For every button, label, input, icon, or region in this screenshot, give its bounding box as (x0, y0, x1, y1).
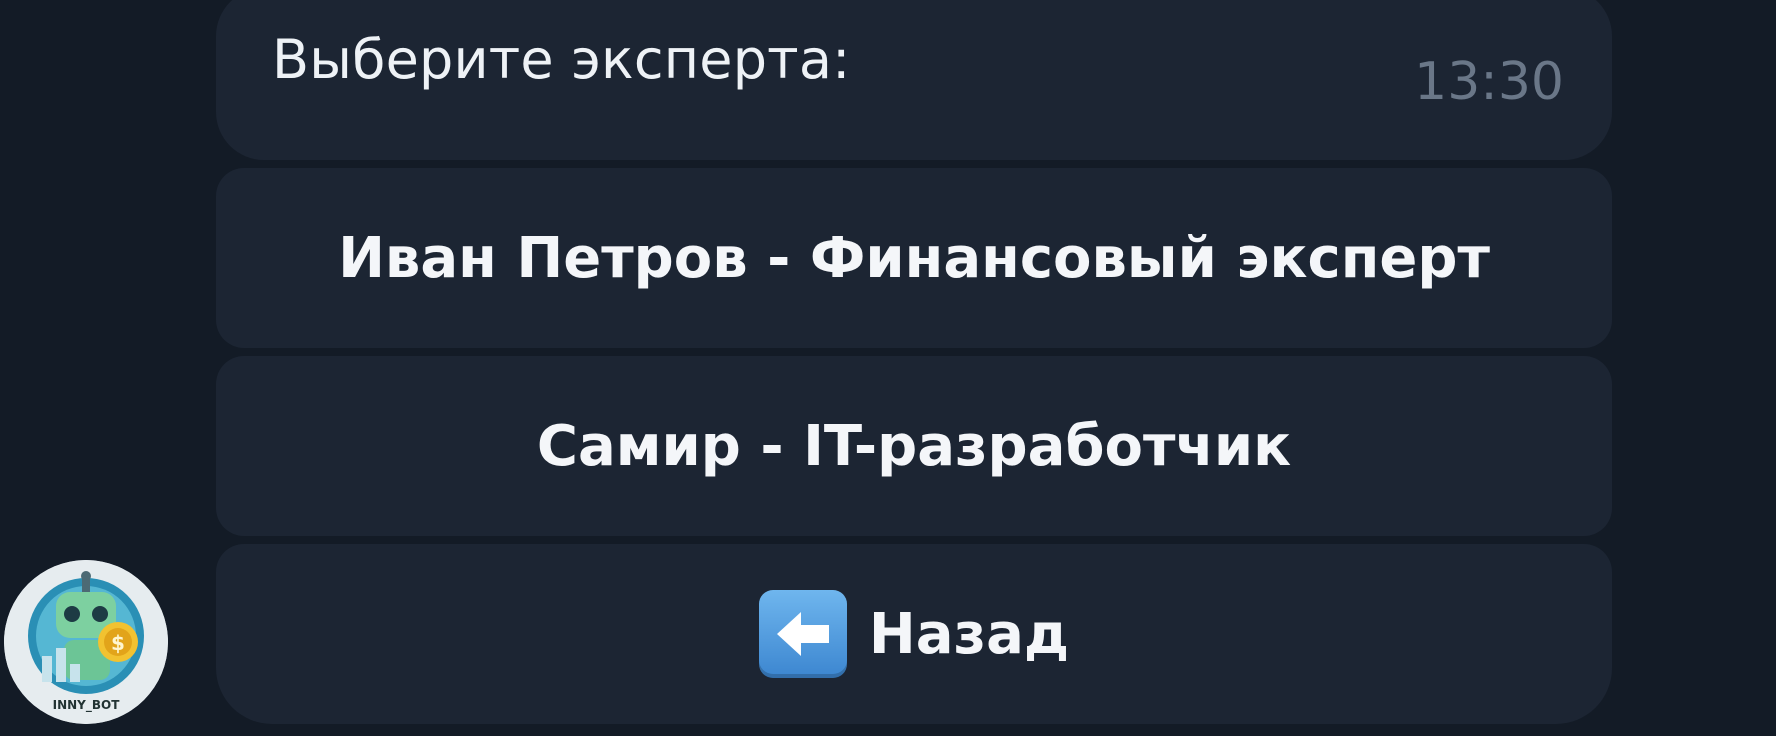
avatar-label: INNY_BOT (52, 698, 120, 712)
expert-button-ivan-petrov[interactable]: Иван Петров - Финансовый эксперт (216, 168, 1612, 348)
message-bubble: Выберите эксперта: 13:30 (216, 0, 1612, 160)
back-button[interactable]: Назад (216, 544, 1612, 724)
expert-button-samir[interactable]: Самир - IT-разработчик (216, 356, 1612, 536)
message-time: 13:30 (1414, 52, 1564, 112)
svg-text:$: $ (111, 631, 125, 655)
left-arrow-icon (758, 590, 847, 678)
message-text: Выберите эксперта: (272, 28, 851, 91)
expert-button-label: Иван Петров - Финансовый эксперт (338, 225, 1490, 291)
expert-button-label: Самир - IT-разработчик (536, 413, 1292, 479)
chat-area: Выберите эксперта: 13:30 Иван Петров - Ф… (0, 0, 1776, 736)
bot-avatar[interactable]: $ INNY_BOT (4, 560, 168, 724)
back-button-label: Назад (868, 601, 1070, 667)
